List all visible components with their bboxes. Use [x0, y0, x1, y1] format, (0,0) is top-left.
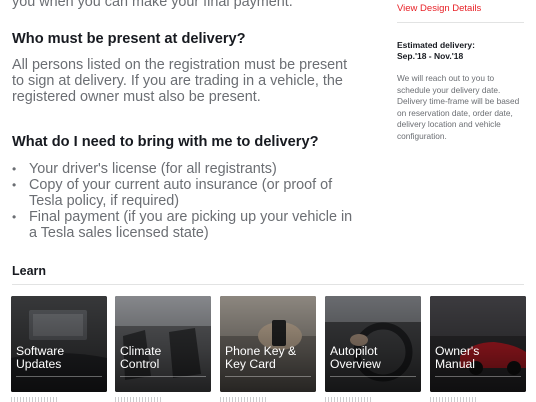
learn-heading: Learn: [12, 264, 47, 278]
list-item-text: Copy of your current auto insurance (or …: [29, 177, 333, 209]
card-title: Owner's Manual: [435, 344, 480, 371]
delivery-description: We will reach out to you to schedule you…: [397, 73, 520, 141]
card-phone-key[interactable]: Phone Key & Key Card: [220, 296, 316, 392]
card-rule: [16, 376, 102, 377]
card-title: Software Updates: [16, 344, 65, 371]
card-caption-fragment: [325, 397, 373, 402]
intro-text: you when you can make your final payment…: [12, 0, 293, 10]
question-present-heading: Who must be present at delivery?: [12, 31, 246, 47]
bullet-icon: •: [12, 162, 17, 176]
card-caption-fragment: [220, 397, 268, 402]
bullet-icon: •: [12, 210, 17, 224]
card-title: Autopilot Overview: [330, 344, 381, 371]
learn-divider: [12, 284, 524, 285]
learn-cards: Software Updates Climate Control Phone Key…: [11, 296, 527, 402]
card-title: Phone Key & Key Card: [225, 344, 297, 371]
sidebar-divider: [397, 22, 524, 23]
answer-present-text: All persons listed on the registration m…: [12, 57, 348, 105]
question-bring-heading: What do I need to bring with me to deliv…: [12, 134, 319, 150]
card-caption-fragment: [430, 397, 478, 402]
card-software-updates[interactable]: Software Updates: [11, 296, 107, 392]
view-design-details-link[interactable]: View Design Details: [397, 3, 481, 14]
estimated-delivery-value: Sep.'18 - Nov.'18: [397, 51, 464, 61]
card-rule: [120, 376, 206, 377]
card-rule: [225, 376, 311, 377]
card-owners-manual[interactable]: Owner's Manual: [430, 296, 526, 392]
list-item-text: Your driver's license (for all registran…: [29, 161, 277, 177]
list-item: • Copy of your current auto insurance (or…: [12, 177, 357, 209]
card-caption-fragment: [115, 397, 163, 402]
list-item: • Final payment (if you are picking up yo…: [12, 209, 357, 241]
bring-list: • Your driver's license (for all registra…: [12, 161, 357, 241]
list-item-text: Final payment (if you are picking up you…: [29, 209, 353, 241]
card-title: Climate Control: [120, 344, 162, 371]
card-rule: [330, 376, 416, 377]
card-climate-control[interactable]: Climate Control: [115, 296, 211, 392]
card-caption-fragment: [11, 397, 59, 402]
list-item: • Your driver's license (for all registra…: [12, 161, 357, 177]
card-autopilot-overview[interactable]: Autopilot Overview: [325, 296, 421, 392]
estimated-delivery-label: Estimated delivery:: [397, 40, 475, 50]
card-rule: [435, 376, 521, 377]
bullet-icon: •: [12, 178, 17, 192]
